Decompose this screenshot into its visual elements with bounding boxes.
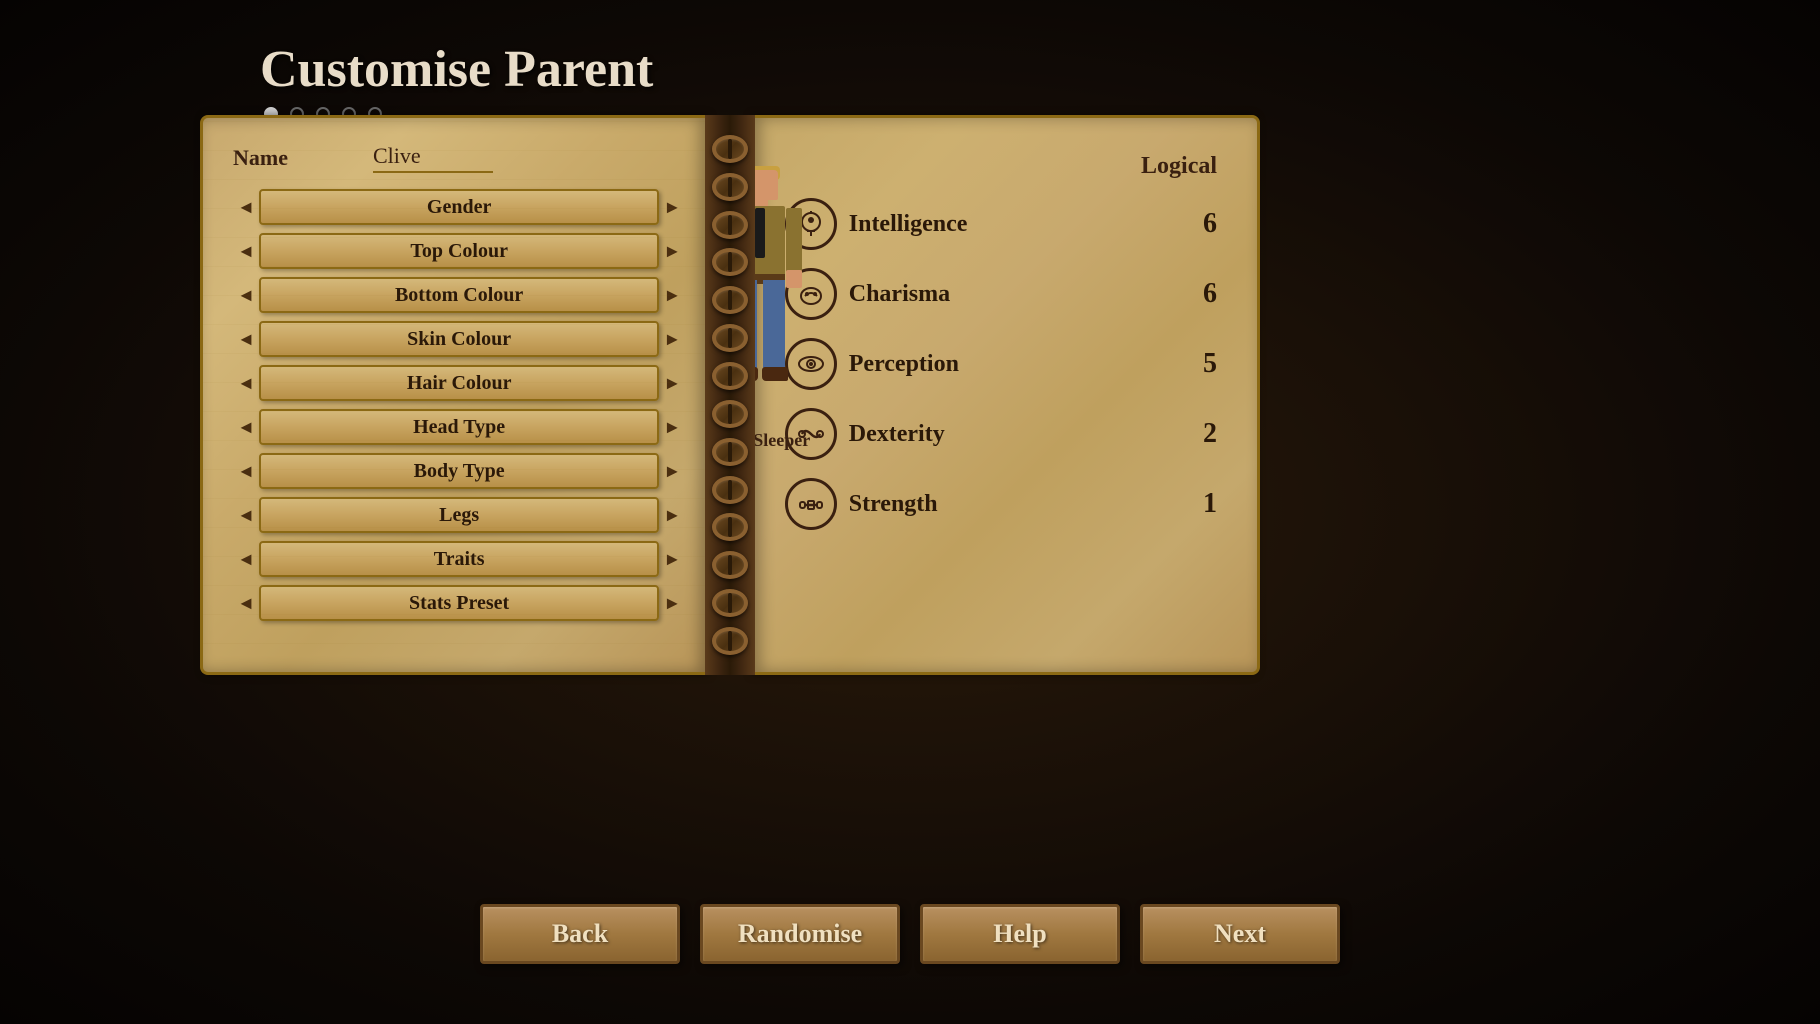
stats-category: Logical [785, 153, 1217, 180]
bottom-colour-left-arrow[interactable]: ◄ [233, 279, 259, 311]
stats-preset-left-arrow[interactable]: ◄ [233, 587, 259, 619]
traits-button[interactable]: Traits [259, 541, 659, 577]
stat-row-dexterity: Dexterity 2 [785, 408, 1217, 460]
left-page: Name Clive ◄ Gender ► ◄ Top Colour ► ◄ B… [200, 115, 705, 675]
name-label: Name [233, 145, 373, 171]
bottom-buttons: Back Randomise Help Next [480, 904, 1340, 964]
legs-right-arrow[interactable]: ► [659, 499, 685, 531]
char-tie [755, 208, 765, 258]
spine-ring-2 [712, 173, 748, 201]
book-spine [705, 115, 754, 675]
spine-ring-3 [712, 211, 748, 239]
head-type-left-arrow[interactable]: ◄ [233, 411, 259, 443]
dexterity-label: Dexterity [849, 421, 1175, 448]
stats-preset-button[interactable]: Stats Preset [259, 585, 659, 621]
option-row-body-type: ◄ Body Type ► [233, 453, 685, 489]
option-row-stats-preset: ◄ Stats Preset ► [233, 585, 685, 621]
traits-right-arrow[interactable]: ► [659, 543, 685, 575]
option-row-gender: ◄ Gender ► [233, 189, 685, 225]
strength-label: Strength [849, 491, 1175, 518]
stat-row-perception: Perception 5 [785, 338, 1217, 390]
name-row: Name Clive [233, 138, 685, 173]
gender-button[interactable]: Gender [259, 189, 659, 225]
dexterity-value: 2 [1187, 418, 1217, 450]
spine-ring-8 [712, 400, 748, 428]
bottom-colour-button[interactable]: Bottom Colour [259, 277, 659, 313]
traits-left-arrow[interactable]: ◄ [233, 543, 259, 575]
spine-ring-9 [712, 438, 748, 466]
charisma-value: 6 [1187, 278, 1217, 310]
char-pants-right [763, 280, 785, 370]
book: Name Clive ◄ Gender ► ◄ Top Colour ► ◄ B… [200, 115, 1260, 675]
top-colour-left-arrow[interactable]: ◄ [233, 235, 259, 267]
perception-label: Perception [849, 351, 1175, 378]
gender-left-arrow[interactable]: ◄ [233, 191, 259, 223]
title-area: Customise Parent [260, 40, 653, 121]
page-title: Customise Parent [260, 40, 653, 99]
help-button[interactable]: Help [920, 904, 1120, 964]
option-row-head-type: ◄ Head Type ► [233, 409, 685, 445]
legs-left-arrow[interactable]: ◄ [233, 499, 259, 531]
stat-row-charisma: Charisma 6 [785, 268, 1217, 320]
skin-colour-button[interactable]: Skin Colour [259, 321, 659, 357]
hair-colour-button[interactable]: Hair Colour [259, 365, 659, 401]
charisma-label: Charisma [849, 281, 1175, 308]
legs-button[interactable]: Legs [259, 497, 659, 533]
option-row-top-colour: ◄ Top Colour ► [233, 233, 685, 269]
spine-ring-10 [712, 476, 748, 504]
spine-ring-13 [712, 589, 748, 617]
option-row-legs: ◄ Legs ► [233, 497, 685, 533]
option-row-hair-colour: ◄ Hair Colour ► [233, 365, 685, 401]
body-type-left-arrow[interactable]: ◄ [233, 455, 259, 487]
char-hand-right [786, 270, 802, 288]
name-value[interactable]: Clive [373, 143, 493, 173]
char-arm-right [786, 208, 802, 273]
spine-ring-7 [712, 362, 748, 390]
option-row-traits: ◄ Traits ► [233, 541, 685, 577]
char-shoe-right [762, 367, 788, 381]
option-row-skin-colour: ◄ Skin Colour ► [233, 321, 685, 357]
head-type-button[interactable]: Head Type [259, 409, 659, 445]
spine-ring-4 [712, 248, 748, 276]
randomise-button[interactable]: Randomise [700, 904, 900, 964]
back-button[interactable]: Back [480, 904, 680, 964]
stat-row-strength: Strength 1 [785, 478, 1217, 530]
spine-ring-6 [712, 324, 748, 352]
character-preview: Deep Sleeper [680, 170, 840, 451]
stat-row-intelligence: Intelligence 6 [785, 198, 1217, 250]
top-colour-button[interactable]: Top Colour [259, 233, 659, 269]
spine-ring-14 [712, 627, 748, 655]
strength-value: 1 [1187, 488, 1217, 520]
stats-section: Logical Intelligence 6 [775, 138, 1227, 563]
strength-icon [785, 478, 837, 530]
spine-ring-1 [712, 135, 748, 163]
spine-ring-11 [712, 513, 748, 541]
hair-colour-left-arrow[interactable]: ◄ [233, 367, 259, 399]
intelligence-label: Intelligence [849, 211, 1175, 238]
spine-ring-12 [712, 551, 748, 579]
intelligence-value: 6 [1187, 208, 1217, 240]
stats-preset-right-arrow[interactable]: ► [659, 587, 685, 619]
body-type-right-arrow[interactable]: ► [659, 455, 685, 487]
spine-ring-5 [712, 286, 748, 314]
next-button[interactable]: Next [1140, 904, 1340, 964]
perception-value: 5 [1187, 348, 1217, 380]
body-type-button[interactable]: Body Type [259, 453, 659, 489]
option-row-bottom-colour: ◄ Bottom Colour ► [233, 277, 685, 313]
skin-colour-left-arrow[interactable]: ◄ [233, 323, 259, 355]
